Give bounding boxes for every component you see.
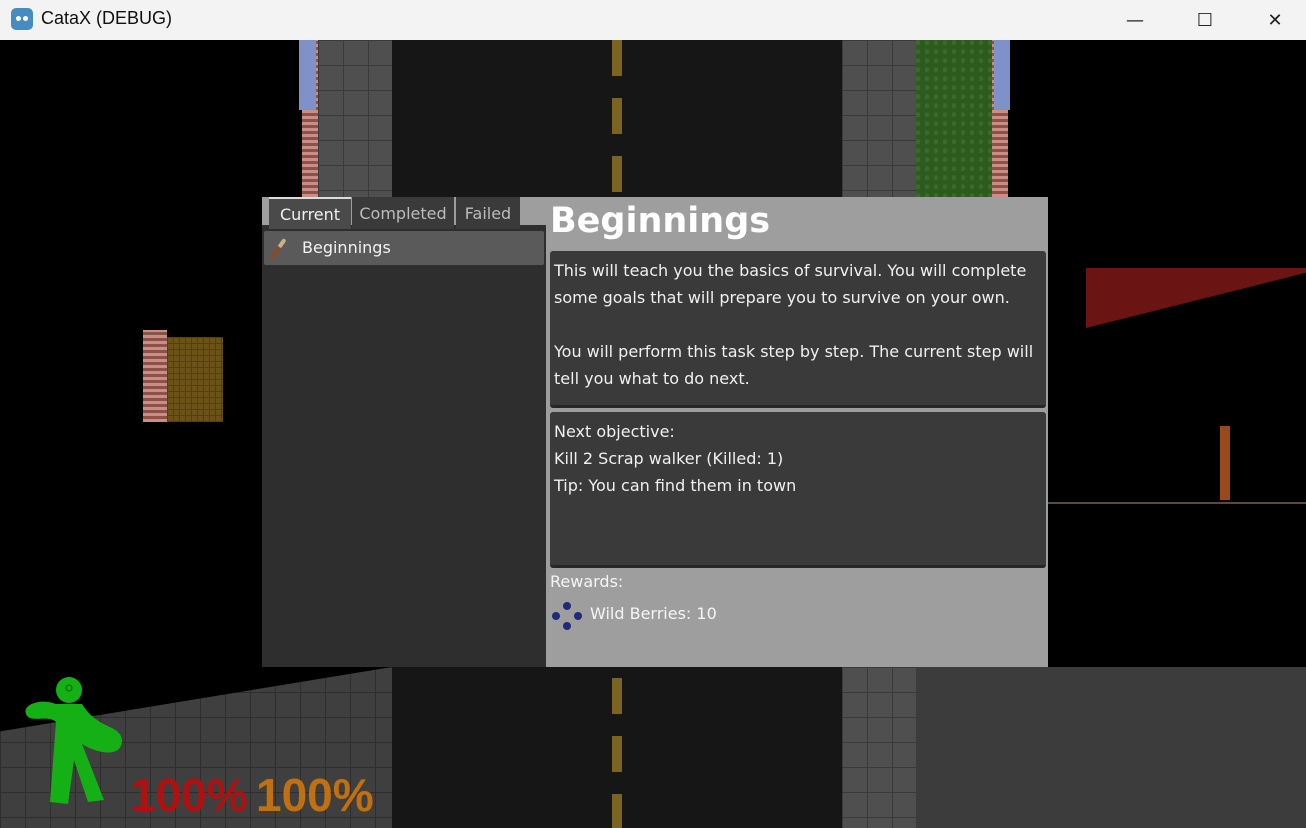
sidewalk-left: [318, 40, 392, 197]
rewards-heading: Rewards:: [550, 572, 624, 591]
game-viewport[interactable]: Current Completed Failed Beginnings Begi…: [0, 40, 1306, 828]
body-status-icon: [25, 677, 122, 804]
distant-wall: [143, 330, 167, 422]
quest-list: [262, 225, 546, 667]
sidewalk-right-lower: [842, 667, 916, 828]
stamina-percent: 100%: [256, 769, 374, 821]
close-button[interactable]: ✕: [1240, 0, 1306, 40]
building-edge: [1048, 502, 1306, 504]
maximize-button[interactable]: ☐: [1170, 0, 1240, 40]
tab-completed[interactable]: Completed: [352, 197, 454, 229]
objective-heading: Next objective:: [554, 422, 675, 441]
red-roof: [1086, 268, 1306, 328]
quest-title: Beginnings: [550, 201, 771, 241]
berries-icon: [552, 602, 582, 630]
title-bar: CataX (DEBUG) — ☐ ✕: [0, 0, 1306, 41]
objective-text: Kill 2 Scrap walker (Killed: 1): [554, 449, 784, 468]
description-line: You will perform this task step by step.…: [554, 342, 1034, 361]
objective-box: Next objective: Kill 2 Scrap walker (Kil…: [550, 412, 1046, 568]
objective-tip: Tip: You can find them in town: [554, 476, 797, 495]
knife-icon: [269, 238, 287, 260]
distant-crate: [167, 337, 223, 422]
quest-panel: Current Completed Failed Beginnings Begi…: [262, 197, 1048, 667]
window-right: [994, 40, 1010, 110]
reward-item: Wild Berries: 10: [590, 604, 717, 623]
window-left: [299, 40, 316, 110]
minimize-button[interactable]: —: [1100, 0, 1170, 40]
ground-right: [916, 667, 1306, 828]
quest-label: Beginnings: [302, 238, 391, 257]
door: [1220, 426, 1230, 500]
sidewalk-right: [842, 40, 916, 197]
tab-current[interactable]: Current: [269, 197, 351, 229]
description-line: tell you what to do next.: [554, 369, 750, 388]
description-line: This will teach you the basics of surviv…: [554, 261, 1027, 280]
grass-patch: [916, 40, 992, 197]
description-line: some goals that will prepare you to surv…: [554, 288, 1010, 307]
godot-app-icon: [11, 8, 33, 30]
quest-description: This will teach you the basics of surviv…: [550, 251, 1046, 408]
tab-failed[interactable]: Failed: [456, 197, 520, 229]
health-percent: 100%: [130, 769, 248, 821]
window-title: CataX (DEBUG): [41, 8, 173, 28]
list-item[interactable]: Beginnings: [264, 231, 544, 265]
